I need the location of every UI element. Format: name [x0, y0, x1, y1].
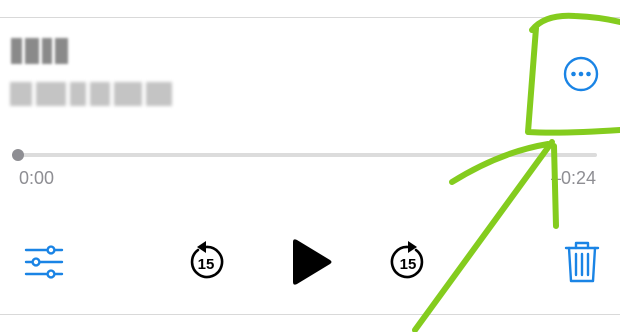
highlight-arrow-shaft — [412, 139, 555, 332]
skip-back-icon: 15 — [190, 241, 224, 279]
play-button[interactable] — [286, 236, 334, 288]
play-icon — [293, 239, 332, 285]
trash-icon — [564, 241, 600, 283]
delete-button[interactable] — [562, 240, 602, 284]
recording-date-redacted — [10, 82, 180, 106]
scrubber-track — [17, 153, 597, 157]
bottom-divider — [0, 314, 620, 315]
skip-forward-label: 15 — [400, 256, 417, 273]
sliders-icon — [24, 245, 64, 279]
skip-back-label: 15 — [198, 256, 215, 273]
remaining-time: –0:24 — [550, 168, 596, 188]
skip-back-15-button[interactable]: 15 — [184, 240, 228, 284]
more-options-button[interactable] — [558, 51, 604, 97]
skip-forward-icon: 15 — [390, 241, 424, 279]
voice-memo-player: 0:00 –0:24 15 15 — [0, 0, 620, 332]
top-divider — [0, 17, 620, 18]
skip-forward-15-button[interactable]: 15 — [386, 240, 430, 284]
more-options-icon — [563, 56, 599, 92]
recording-title-redacted — [11, 38, 71, 64]
edit-settings-button[interactable] — [24, 244, 64, 280]
playback-scrubber[interactable] — [12, 149, 597, 161]
scrubber-knob[interactable] — [12, 149, 24, 161]
elapsed-time: 0:00 — [19, 168, 55, 188]
